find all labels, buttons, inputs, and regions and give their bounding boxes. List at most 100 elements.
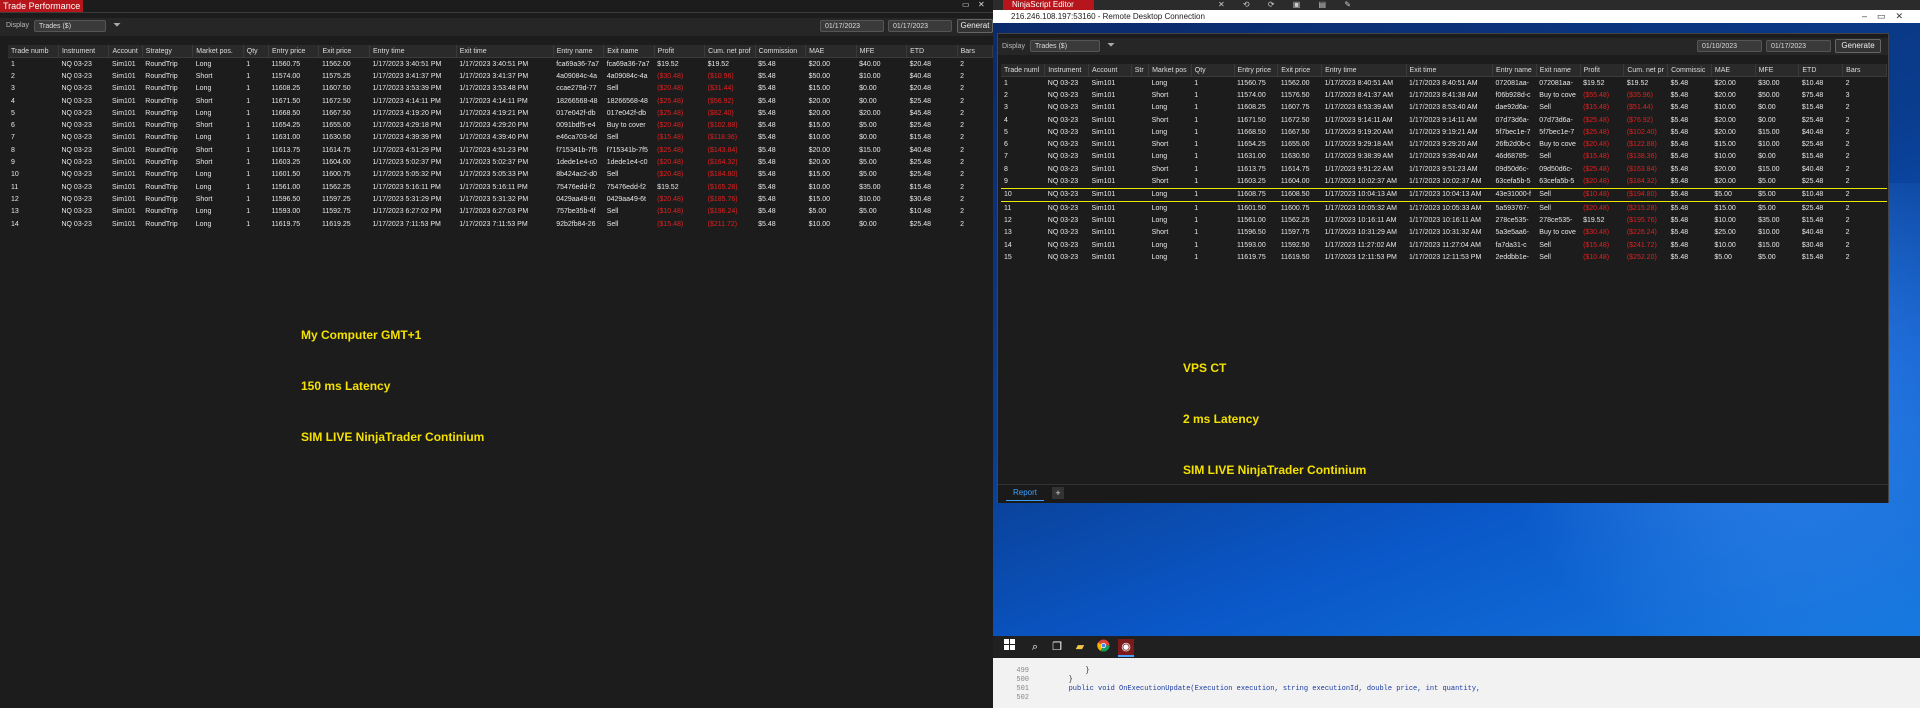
table-row[interactable]: 13 NQ 03-23 Sim101 RoundTrip Long 1 11593.00 11…	[8, 206, 993, 218]
table-row[interactable]: 2 NQ 03-23 Sim101 Short 1 11574.00 11576.50 1/1…	[1001, 89, 1887, 101]
column-header[interactable]: Qty	[1191, 64, 1235, 77]
table-cell: 1	[1191, 187, 1235, 202]
column-header[interactable]: ETD	[1798, 64, 1844, 77]
tab-report[interactable]: Report	[1006, 486, 1044, 501]
column-header[interactable]: Bars	[1842, 64, 1887, 77]
table-row[interactable]: 4 NQ 03-23 Sim101 Short 1 11671.50 11672.50 1/1…	[1001, 114, 1887, 126]
column-header[interactable]: Exit name	[1536, 64, 1581, 77]
table-row[interactable]: 9 NQ 03-23 Sim101 Short 1 11603.25 11604.00 1/1…	[1001, 175, 1887, 188]
display-select[interactable]: Trades ($)	[1030, 40, 1100, 52]
table-row[interactable]: 5 NQ 03-23 Sim101 RoundTrip Long 1 11668.50 116…	[8, 107, 993, 119]
table-row[interactable]: 10 NQ 03-23 Sim101 Long 1 11608.75 11608.50 1/1…	[1001, 187, 1887, 202]
filter-icon[interactable]: ⏷	[113, 20, 121, 31]
table-row[interactable]: 7 NQ 03-23 Sim101 Long 1 11631.00 11630.50 1/17…	[1001, 151, 1887, 163]
column-header[interactable]: Exit price	[1277, 64, 1323, 77]
column-header[interactable]: ETD	[906, 45, 958, 58]
table-cell: $25.48	[909, 97, 932, 105]
table-row[interactable]: 7 NQ 03-23 Sim101 RoundTrip Long 1 11631.00 116…	[8, 132, 993, 144]
table-cell: 1	[1194, 216, 1199, 224]
table-row[interactable]: 8 NQ 03-23 Sim101 RoundTrip Short 1 11613.75 11…	[8, 144, 993, 156]
column-header[interactable]: Exit time	[456, 45, 554, 58]
column-header[interactable]: Entry name	[1492, 64, 1537, 77]
maximize-icon[interactable]: ▭	[962, 0, 976, 10]
date-to-picker[interactable]: 01/17/2023	[1766, 40, 1831, 52]
column-header[interactable]: Commission	[755, 45, 807, 58]
task-view-icon[interactable]: ❐	[1049, 639, 1065, 655]
file-explorer-icon[interactable]: ▰	[1072, 639, 1088, 655]
table-row[interactable]: 11 NQ 03-23 Sim101 Long 1 11601.50 11600.75 1/1…	[1001, 201, 1887, 214]
table-cell: NQ 03-23	[61, 146, 92, 154]
column-header[interactable]: MAE	[1711, 64, 1756, 77]
column-header[interactable]: Cum. net prof	[704, 45, 756, 58]
column-header[interactable]: Entry price	[268, 45, 320, 58]
chrome-icon[interactable]	[1095, 639, 1111, 655]
table-cell: $40.48	[909, 146, 932, 154]
table-row[interactable]: 12 NQ 03-23 Sim101 Long 1 11561.00 11562.25 1/1…	[1001, 214, 1887, 226]
table-row[interactable]: 12 NQ 03-23 Sim101 RoundTrip Short 1 11596.50 1…	[8, 193, 993, 205]
column-header[interactable]: Qty	[243, 45, 269, 58]
column-header[interactable]: Exit name	[603, 45, 655, 58]
windows-start-icon[interactable]	[1001, 639, 1017, 655]
table-cell: $40.48	[1801, 128, 1824, 136]
filter-icon[interactable]: ⏷	[1107, 40, 1115, 51]
column-header[interactable]: Bars	[957, 45, 994, 58]
date-from-picker[interactable]: 01/17/2023	[820, 20, 884, 32]
ninjatrader-icon[interactable]: ◉	[1118, 639, 1134, 657]
table-cell: 26fb2d0b-c	[1495, 141, 1531, 149]
column-header[interactable]: Cum. net pr	[1623, 64, 1669, 77]
column-header[interactable]: Market pos.	[192, 45, 244, 58]
add-tab-button[interactable]: +	[1052, 487, 1064, 499]
column-header[interactable]: Entry time	[1321, 64, 1407, 77]
table-row[interactable]: 15 NQ 03-23 Sim101 Long 1 11619.75 11619.50 1/1…	[1001, 251, 1887, 263]
table-row[interactable]: 3 NQ 03-23 Sim101 RoundTrip Long 1 11608.25 116…	[8, 83, 993, 95]
table-row[interactable]: 1 NQ 03-23 Sim101 RoundTrip Long 1 11560.75 115…	[8, 58, 993, 71]
table-row[interactable]: 6 NQ 03-23 Sim101 RoundTrip Short 1 11654.25 11…	[8, 119, 993, 131]
column-header[interactable]: Commissic	[1667, 64, 1712, 77]
column-header[interactable]: Instrument	[1044, 64, 1090, 77]
column-header[interactable]: Str	[1131, 64, 1150, 77]
column-header[interactable]: Profit	[1580, 64, 1625, 77]
column-header[interactable]: Account	[108, 45, 143, 58]
column-header[interactable]: MFE	[1755, 64, 1800, 77]
column-header[interactable]: Trade numl	[1001, 64, 1046, 77]
table-row[interactable]: 1 NQ 03-23 Sim101 Long 1 11560.75 11562.00 1/17…	[1001, 77, 1887, 90]
table-cell: 11671.50	[271, 97, 301, 105]
column-header[interactable]: Market pos	[1148, 64, 1192, 77]
table-row[interactable]: 4 NQ 03-23 Sim101 RoundTrip Short 1 11671.50 11…	[8, 95, 993, 107]
table-row[interactable]: 5 NQ 03-23 Sim101 Long 1 11668.50 11667.50 1/17…	[1001, 126, 1887, 138]
table-row[interactable]: 2 NQ 03-23 Sim101 RoundTrip Short 1 11574.00 11…	[8, 70, 993, 82]
table-row[interactable]: 14 NQ 03-23 Sim101 RoundTrip Long 1 11619.75 11…	[8, 218, 993, 230]
column-header[interactable]: Exit price	[318, 45, 370, 58]
table-row[interactable]: 11 NQ 03-23 Sim101 RoundTrip Long 1 11561.00 11…	[8, 181, 993, 193]
column-header[interactable]: Entry time	[369, 45, 457, 58]
column-header[interactable]: Profit	[654, 45, 706, 58]
column-header[interactable]: Instrument	[58, 45, 110, 58]
column-header[interactable]: Entry name	[553, 45, 605, 58]
column-header[interactable]: Account	[1088, 64, 1132, 77]
table-row[interactable]: 13 NQ 03-23 Sim101 Short 1 11596.50 11597.75 1/…	[1001, 227, 1887, 239]
table-row[interactable]: 9 NQ 03-23 Sim101 RoundTrip Short 1 11603.25 11…	[8, 156, 993, 168]
table-cell: $5.48	[758, 195, 776, 203]
table-row[interactable]: 3 NQ 03-23 Sim101 Long 1 11608.25 11607.75 1/17…	[1001, 102, 1887, 114]
display-select[interactable]: Trades ($)	[34, 20, 106, 32]
column-header[interactable]: MFE	[856, 45, 908, 58]
table-row[interactable]: 10 NQ 03-23 Sim101 RoundTrip Long 1 11601.50 11…	[8, 169, 993, 181]
column-header[interactable]: Strategy	[142, 45, 194, 58]
date-to-picker[interactable]: 01/17/2023	[888, 20, 952, 32]
close-icon[interactable]: ✕	[978, 0, 993, 10]
date-from-picker[interactable]: 01/10/2023	[1697, 40, 1762, 52]
column-header[interactable]: Exit time	[1406, 64, 1494, 77]
generate-button[interactable]: Generate	[1835, 39, 1881, 53]
search-icon[interactable]: ⌕	[1027, 639, 1043, 655]
column-header[interactable]: Entry price	[1234, 64, 1279, 77]
table-row[interactable]: 14 NQ 03-23 Sim101 Long 1 11593.00 11592.50 1/1…	[1001, 239, 1887, 251]
table-row[interactable]: 8 NQ 03-23 Sim101 Short 1 11613.75 11614.75 1/1…	[1001, 163, 1887, 175]
table-cell: $25.48	[909, 159, 932, 167]
editor-toolbar-icons[interactable]: ✕ ⟲ ⟳ ▣ ▤ ✎	[1218, 0, 1359, 9]
table-row[interactable]: 6 NQ 03-23 Sim101 Short 1 11654.25 11655.00 1/1…	[1001, 138, 1887, 150]
rdp-window-controls[interactable]: –▭✕	[1862, 11, 1920, 23]
generate-button[interactable]: Generat	[957, 19, 993, 33]
column-header[interactable]: MAE	[805, 45, 857, 58]
column-header[interactable]: Trade numb	[8, 45, 59, 58]
code-editor[interactable]: 499 } 500 } 501 public void OnExecutionU…	[993, 658, 1920, 708]
